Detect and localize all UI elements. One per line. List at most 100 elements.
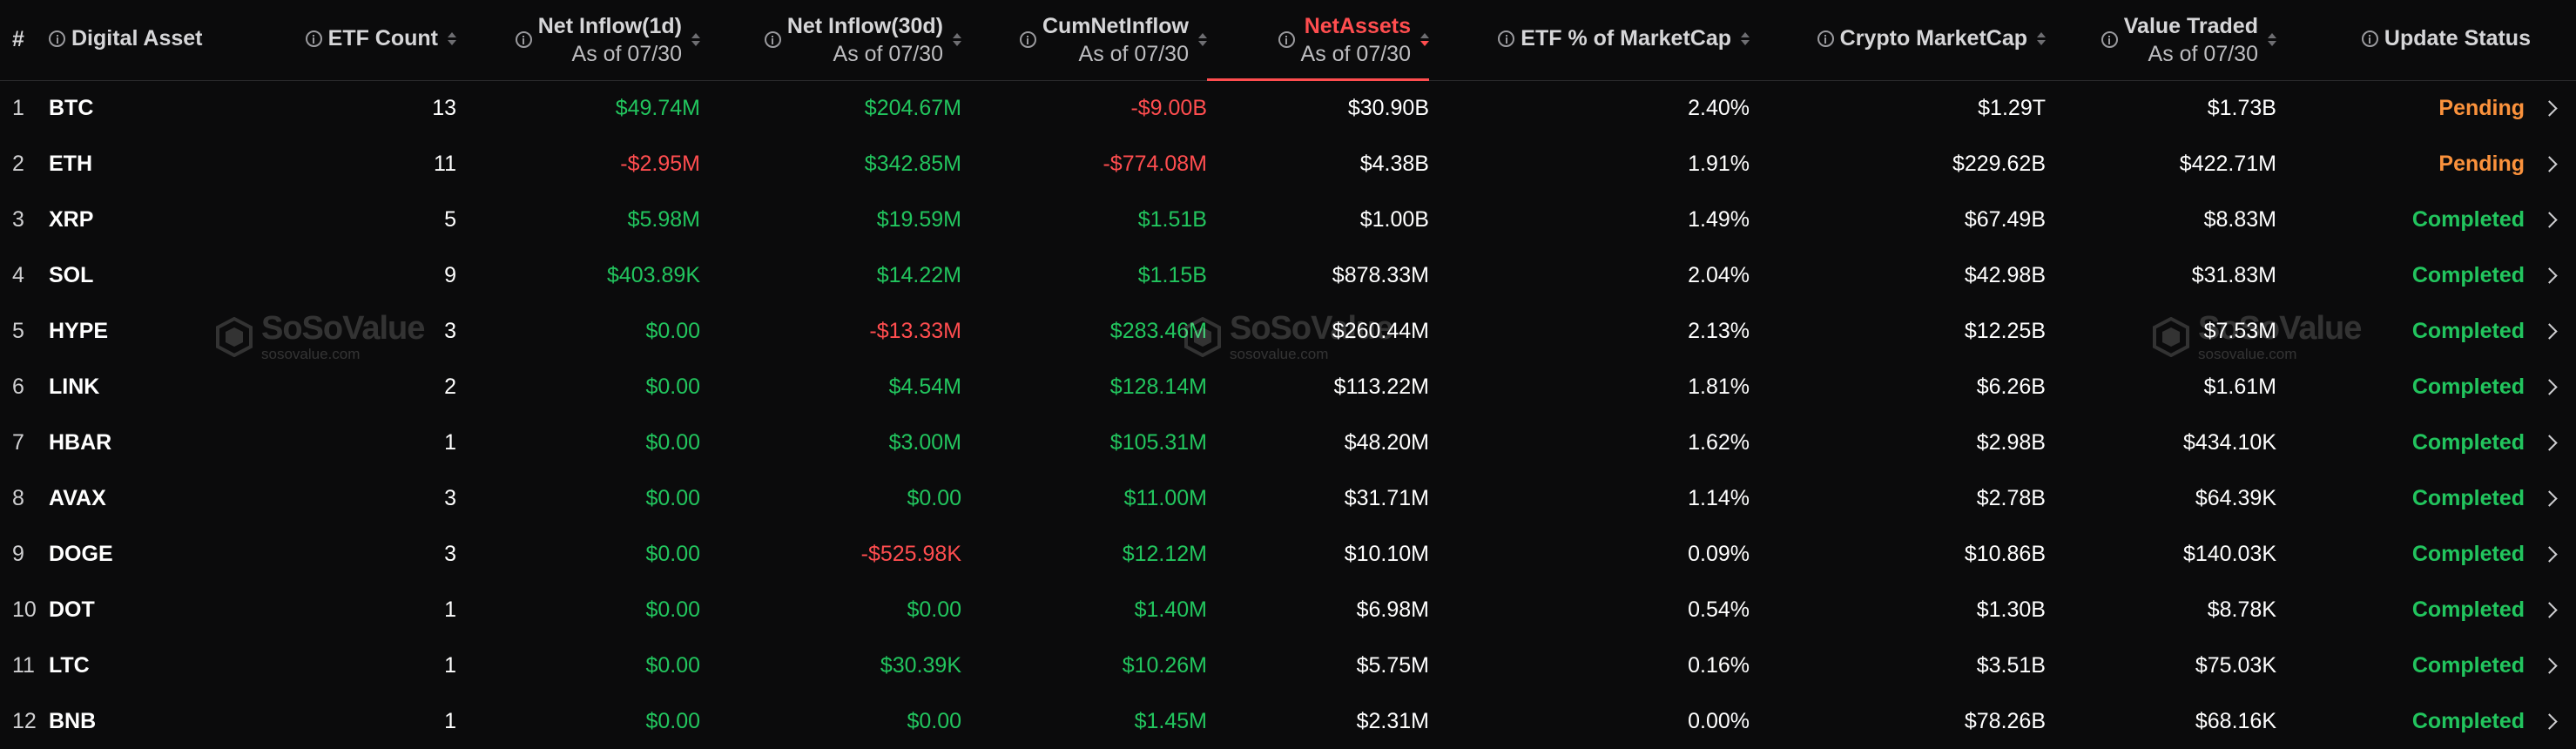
table-row[interactable]: 11 LTC 1 $0.00 $30.39K $10.26M $5.75M 0.16% $3.5… [0,638,2576,693]
cell-update-status[interactable]: Completed [2276,247,2576,303]
cell-net-assets: $10.10M [1344,541,1429,566]
cell-inflow-30d: $0.00 [907,708,961,733]
cell-etf-pct: 1.14% [1688,485,1750,510]
chevron-right-icon[interactable] [2541,100,2558,117]
info-icon[interactable] [1278,31,1295,49]
cell-asset: DOGE [49,541,113,566]
info-icon[interactable] [764,31,781,49]
table-row[interactable]: 10 DOT 1 $0.00 $0.00 $1.40M $6.98M 0.54% $1.30B $… [0,582,2576,638]
col-header-inflow-1d[interactable]: Net Inflow(1d) As of 07/30 [456,0,700,81]
table-row[interactable]: 6 LINK 2 $0.00 $4.54M $128.14M $113.22M 1.81% $6… [0,359,2576,415]
cell-update-status[interactable]: Completed [2276,693,2576,749]
cell-rank: 9 [12,541,24,566]
table-row[interactable]: 3 XRP 5 $5.98M $19.59M $1.51B $1.00B 1.49% $67.4… [0,192,2576,247]
table-row[interactable]: 12 BNB 1 $0.00 $0.00 $1.45M $2.31M 0.00% $78.26B… [0,693,2576,749]
sort-icon[interactable] [448,32,456,46]
info-icon[interactable] [305,30,322,48]
chevron-right-icon[interactable] [2541,657,2558,674]
cell-value-traded: $31.83M [2191,262,2276,287]
info-icon[interactable] [1817,30,1834,48]
chevron-right-icon[interactable] [2541,378,2558,395]
cell-etf-pct: 1.91% [1688,151,1750,176]
status-badge: Completed [2411,429,2525,455]
cell-etf-pct: 1.81% [1688,374,1750,399]
chevron-right-icon[interactable] [2541,322,2558,340]
col-header-net-assets[interactable]: NetAssets As of 07/30 [1207,0,1429,81]
col-header-inflow-30d[interactable]: Net Inflow(30d) As of 07/30 [700,0,961,81]
cell-update-status[interactable]: Completed [2276,192,2576,247]
cell-update-status[interactable]: Pending [2276,80,2576,136]
table-row[interactable]: 7 HBAR 1 $0.00 $3.00M $105.31M $48.20M 1.62% $2.… [0,415,2576,470]
info-icon[interactable] [1498,30,1515,48]
col-header-value-traded[interactable]: Value Traded As of 07/30 [2046,0,2276,81]
cell-update-status[interactable]: Completed [2276,470,2576,526]
sort-icon[interactable] [691,33,700,47]
cell-update-status[interactable]: Pending [2276,136,2576,192]
sort-icon[interactable] [2268,33,2276,47]
cell-value-traded: $1.61M [2203,374,2276,399]
chevron-right-icon[interactable] [2541,712,2558,730]
chevron-right-icon[interactable] [2541,155,2558,172]
table-header-row: # Digital Asset ETF Count Net Inflow(1d)… [0,0,2576,81]
chevron-right-icon[interactable] [2541,434,2558,451]
cell-update-status[interactable]: Completed [2276,526,2576,582]
chevron-right-icon[interactable] [2541,545,2558,563]
cell-rank: 12 [12,708,37,733]
cell-asset: AVAX [49,485,106,510]
status-badge: Pending [2438,151,2525,176]
cell-inflow-30d: $30.39K [880,652,961,678]
info-icon[interactable] [2361,30,2378,48]
col-header-asset[interactable]: Digital Asset [49,0,223,81]
table-row[interactable]: 1 BTC 13 $49.74M $204.67M -$9.00B $30.90B 2.40%… [0,80,2576,136]
table-row[interactable]: 2 ETH 11 -$2.95M $342.85M -$774.08M $4.38B 1.91… [0,136,2576,192]
table-row[interactable]: 4 SOL 9 $403.89K $14.22M $1.15B $878.33M 2.04% $… [0,247,2576,303]
cell-value-traded: $422.71M [2179,151,2276,176]
cell-update-status[interactable]: Completed [2276,582,2576,638]
table-row[interactable]: 5 HYPE 3 $0.00 -$13.33M $283.46M $260.44M 2.13%… [0,303,2576,359]
cell-etf-pct: 2.04% [1688,262,1750,287]
cell-etf-count: 11 [434,151,456,176]
sort-icon[interactable] [953,33,961,47]
info-icon[interactable] [2101,31,2118,49]
sort-icon[interactable] [1420,33,1429,47]
col-update-status-label: Update Status [2384,26,2531,51]
table-row[interactable]: 8 AVAX 3 $0.00 $0.00 $11.00M $31.71M 1.14% $2.78… [0,470,2576,526]
col-header-etf-count[interactable]: ETF Count [223,0,456,81]
etf-table-container: # Digital Asset ETF Count Net Inflow(1d)… [0,0,2576,749]
info-icon[interactable] [49,30,65,48]
cell-value-traded: $1.73B [2207,95,2276,120]
col-value-traded-date: As of 07/30 [2148,41,2258,66]
cell-update-status[interactable]: Completed [2276,638,2576,693]
cell-rank: 4 [12,262,24,287]
col-header-etf-pct[interactable]: ETF % of MarketCap [1429,0,1750,81]
chevron-right-icon[interactable] [2541,211,2558,228]
status-badge: Completed [2411,597,2525,622]
chevron-right-icon[interactable] [2541,267,2558,284]
col-header-cum-inflow[interactable]: CumNetInflow As of 07/30 [961,0,1207,81]
col-header-market-cap[interactable]: Crypto MarketCap [1750,0,2046,81]
chevron-right-icon[interactable] [2541,489,2558,507]
cell-net-assets: $878.33M [1332,262,1429,287]
cell-market-cap: $6.26B [1976,374,2046,399]
cell-etf-count: 3 [444,318,456,343]
cell-inflow-1d: $0.00 [645,708,700,733]
cell-etf-pct: 2.13% [1688,318,1750,343]
cell-update-status[interactable]: Completed [2276,303,2576,359]
cell-asset: HYPE [49,318,109,343]
cell-etf-pct: 1.49% [1688,206,1750,232]
col-asset-label: Digital Asset [71,26,203,51]
cell-net-assets: $31.71M [1344,485,1429,510]
cell-asset: XRP [49,206,94,232]
cell-cum-inflow: $105.31M [1109,429,1207,455]
cell-rank: 6 [12,374,24,399]
chevron-right-icon[interactable] [2541,601,2558,618]
sort-icon[interactable] [1741,32,1750,46]
sort-icon[interactable] [1198,33,1207,47]
table-row[interactable]: 9 DOGE 3 $0.00 -$525.98K $12.12M $10.10M 0.09% $… [0,526,2576,582]
cell-update-status[interactable]: Completed [2276,415,2576,470]
sort-icon[interactable] [2037,32,2046,46]
col-cum-inflow-label: CumNetInflow [1042,13,1189,38]
info-icon[interactable] [515,31,532,49]
info-icon[interactable] [1019,31,1036,49]
cell-update-status[interactable]: Completed [2276,359,2576,415]
